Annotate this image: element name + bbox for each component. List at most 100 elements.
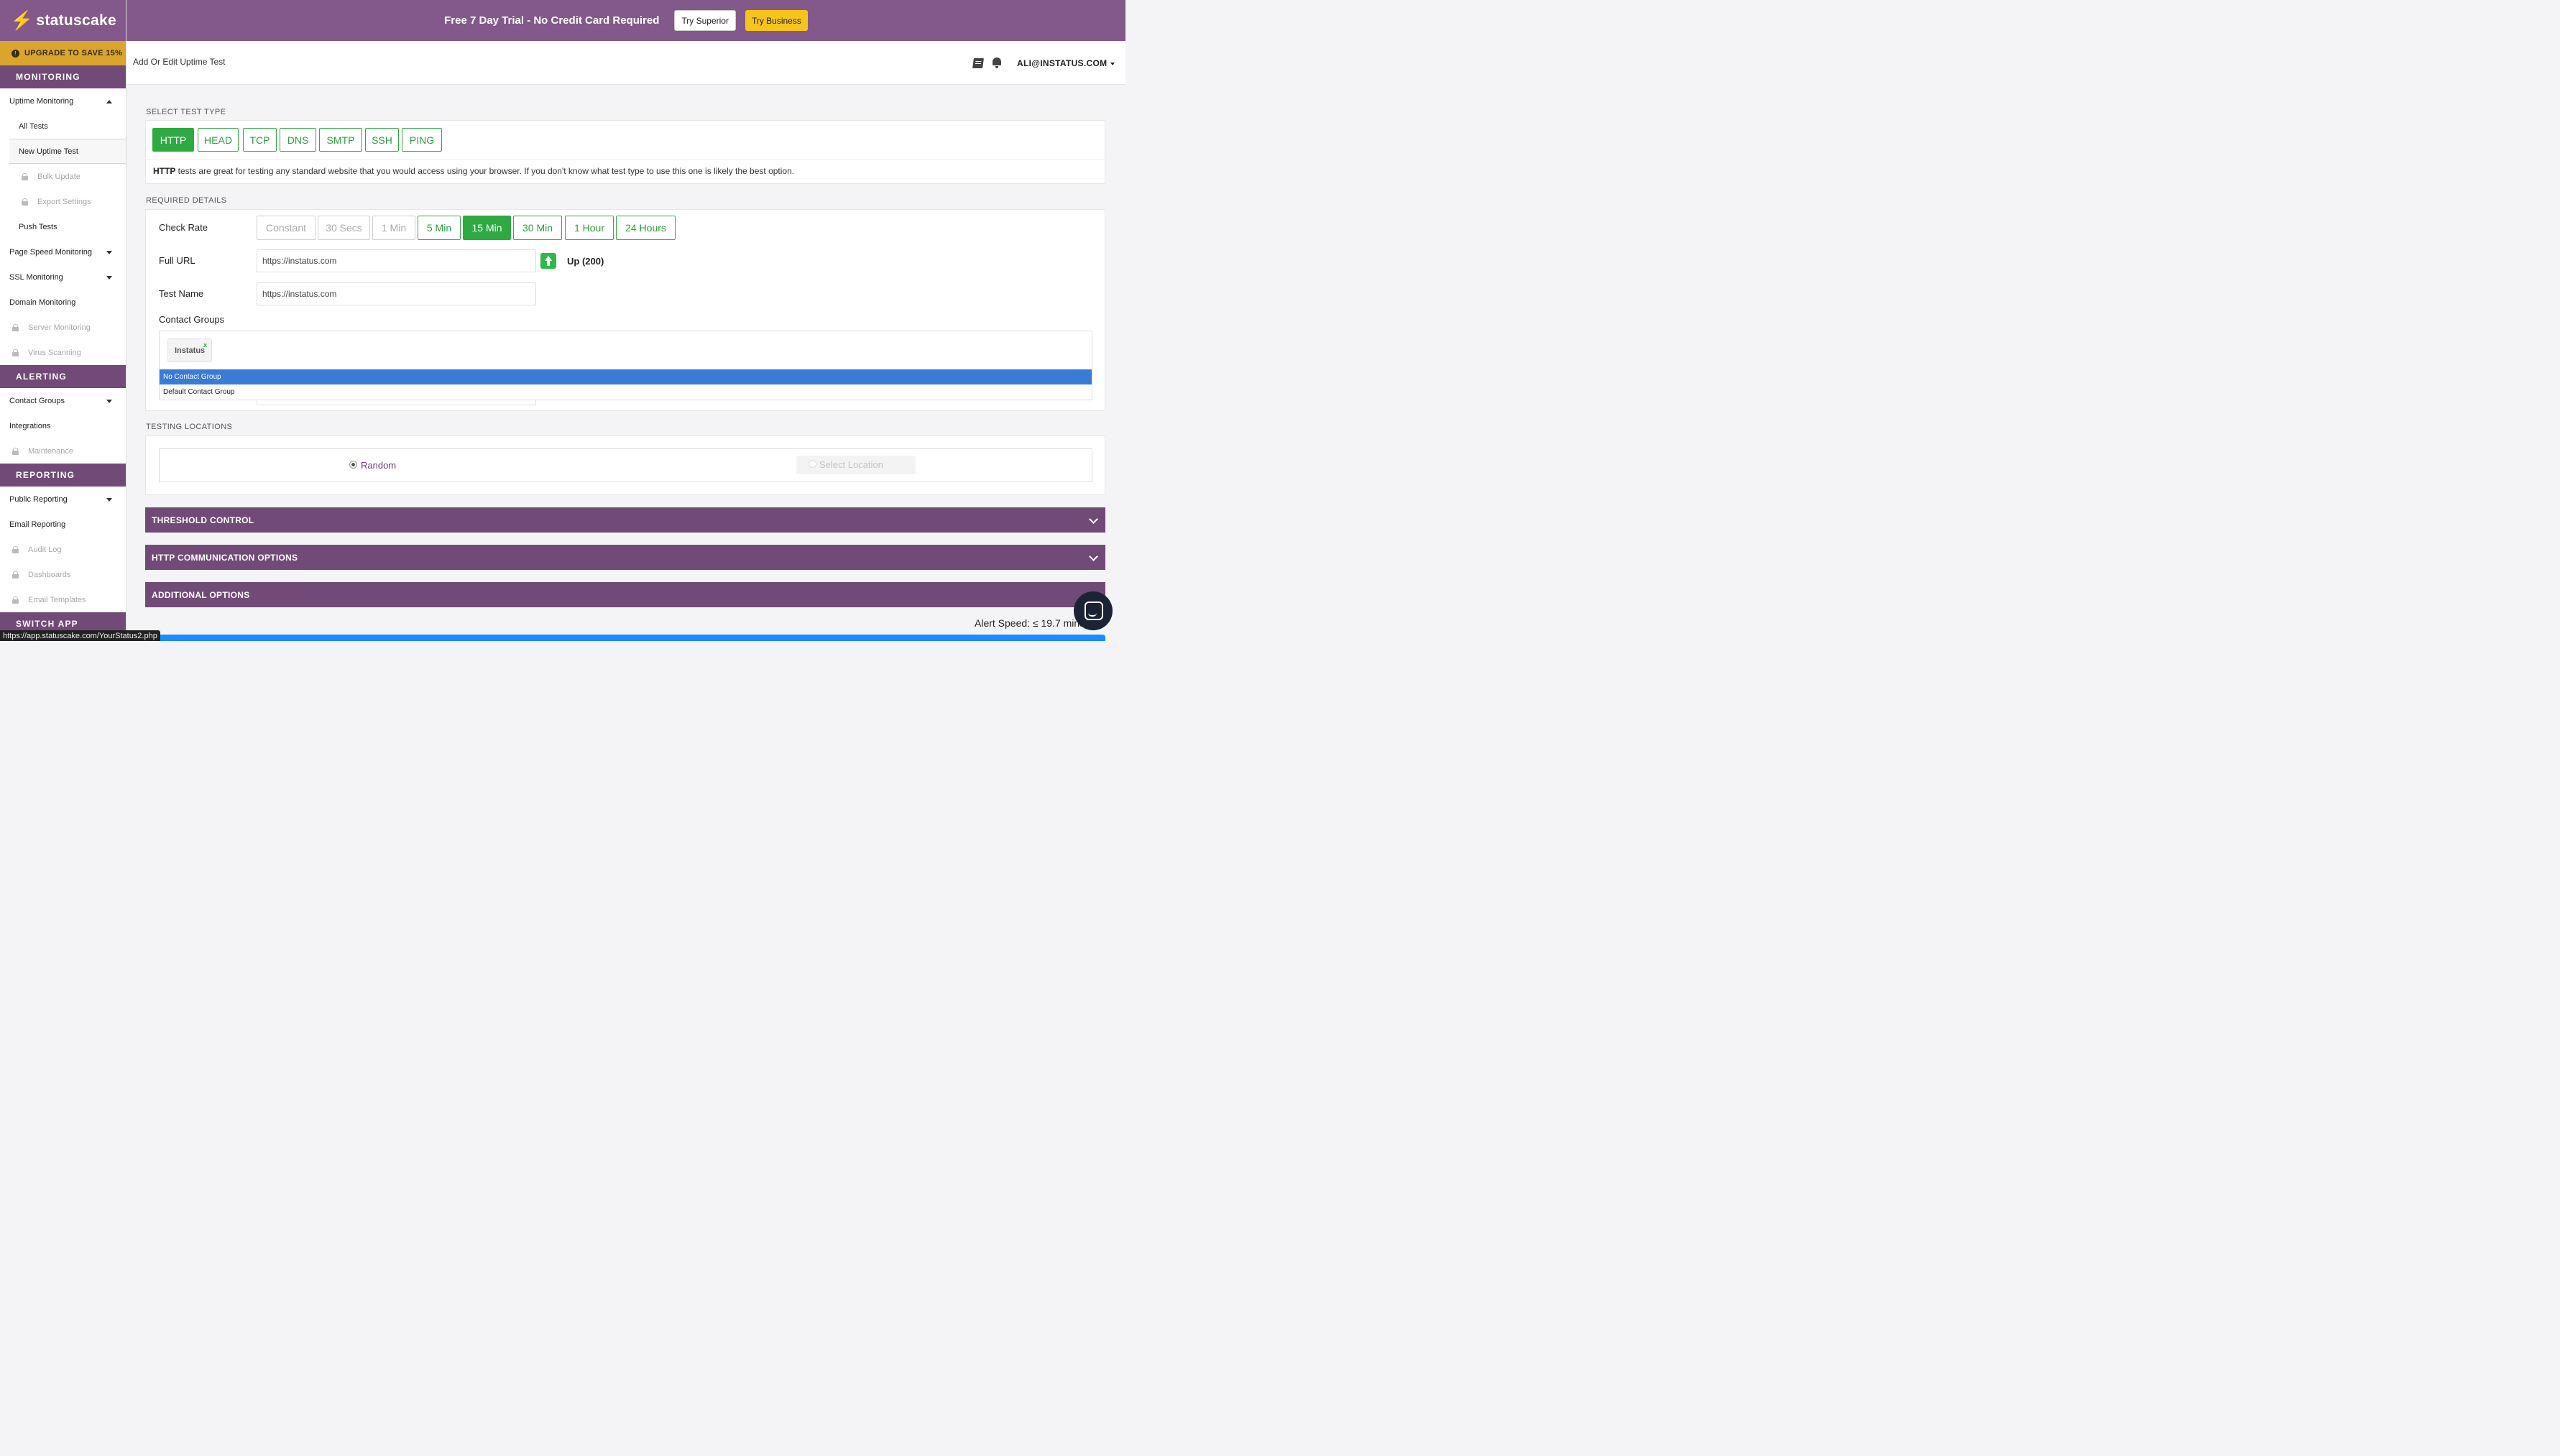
sidebar-item-maintenance[interactable]: Maintenance xyxy=(0,438,126,464)
required-details-panel: Check Rate Constant 30 Secs 1 Min 5 Min … xyxy=(145,209,1105,411)
arrow-up-icon xyxy=(540,253,556,269)
threshold-control-accordion[interactable]: THRESHOLD CONTROL xyxy=(145,507,1105,533)
exclamation-icon: ! xyxy=(11,49,19,57)
try-business-button[interactable]: Try Business xyxy=(745,10,808,31)
sidebar-item-contact-groups[interactable]: Contact Groups xyxy=(0,388,126,413)
sidebar-item-server[interactable]: Server Monitoring xyxy=(0,315,126,340)
sidebar-item-push-tests[interactable]: Push Tests xyxy=(0,214,126,239)
sidebar-item-label: All Tests xyxy=(19,121,48,131)
sidebar-item-new-uptime-test[interactable]: New Uptime Test xyxy=(9,139,126,164)
check-rate-constant[interactable]: Constant xyxy=(257,216,316,240)
section-title-required: REQUIRED DETAILS xyxy=(146,196,227,205)
section-header-monitoring: MONITORING xyxy=(0,65,126,88)
sidebar-item-domain[interactable]: Domain Monitoring xyxy=(0,290,126,315)
sidebar-item-uptime-monitoring[interactable]: Uptime Monitoring xyxy=(0,88,126,114)
sidebar-item-label: Email Templates xyxy=(28,595,86,604)
test-type-smtp[interactable]: SMTP xyxy=(319,128,362,152)
random-label[interactable]: Random xyxy=(361,460,396,471)
user-menu[interactable]: ALI@INSTATUS.COM xyxy=(1017,58,1115,68)
lock-icon xyxy=(12,571,19,579)
sidebar-item-label: Audit Log xyxy=(28,545,62,554)
test-type-ssh[interactable]: SSH xyxy=(365,128,399,152)
sidebar-item-label: Domain Monitoring xyxy=(9,298,76,307)
page-title: Add Or Edit Uptime Test xyxy=(133,57,226,67)
lock-icon xyxy=(12,596,19,604)
upgrade-label: UPGRADE TO SAVE 15% xyxy=(24,49,123,57)
sidebar-item-email-templates[interactable]: Email Templates xyxy=(0,587,126,612)
sidebar-item-label: Export Settings xyxy=(37,197,91,206)
http-options-accordion[interactable]: HTTP COMMUNICATION OPTIONS xyxy=(145,545,1105,570)
test-type-panel: HTTP HEAD TCP DNS SMTP SSH PING HTTP tes… xyxy=(145,120,1105,184)
contact-group-tag[interactable]: Instatus x xyxy=(167,338,213,362)
sidebar-item-integrations[interactable]: Integrations xyxy=(0,413,126,438)
sidebar-item-public-reporting[interactable]: Public Reporting xyxy=(0,487,126,512)
bolt-icon: ⚡ xyxy=(10,9,34,31)
sidebar-item-dashboards[interactable]: Dashboards xyxy=(0,562,126,587)
caret-down-icon xyxy=(106,275,112,280)
sidebar-item-ssl[interactable]: SSL Monitoring xyxy=(0,264,126,290)
select-location-option[interactable]: Select Location xyxy=(796,456,916,474)
check-rate-5-min[interactable]: 5 Min xyxy=(418,216,461,240)
caret-down-icon xyxy=(106,399,112,403)
check-rate-30-secs[interactable]: 30 Secs xyxy=(318,216,370,240)
contact-groups-label: Contact Groups xyxy=(159,314,225,325)
test-name-input[interactable]: https://instatus.com xyxy=(257,282,536,305)
section-header-alerting: ALERTING xyxy=(0,365,126,388)
test-type-ping[interactable]: PING xyxy=(402,128,442,152)
sidebar-item-label: Server Monitoring xyxy=(28,323,91,332)
remove-tag-icon[interactable]: x xyxy=(203,341,207,349)
sidebar-item-label: Virus Scanning xyxy=(28,348,81,357)
sidebar-item-label: Bulk Update xyxy=(37,172,80,181)
dropdown-option[interactable]: Default Contact Group xyxy=(160,384,1092,400)
sidebar-item-export-settings[interactable]: Export Settings xyxy=(0,189,126,214)
dropdown-option[interactable]: No Contact Group xyxy=(160,369,1092,384)
caret-down-icon xyxy=(106,250,112,254)
logo[interactable]: ⚡ statuscake xyxy=(0,0,126,41)
chat-launcher-icon[interactable] xyxy=(1074,591,1113,630)
test-type-http[interactable]: HTTP xyxy=(152,128,194,152)
sidebar-item-page-speed[interactable]: Page Speed Monitoring xyxy=(0,239,126,264)
contact-groups-select[interactable]: Instatus x No Contact Group Default Cont… xyxy=(159,331,1092,400)
test-type-tcp[interactable]: TCP xyxy=(243,128,277,152)
select-location-radio[interactable] xyxy=(809,460,816,468)
try-superior-button[interactable]: Try Superior xyxy=(674,10,736,31)
sidebar-item-label: Integrations xyxy=(9,421,51,430)
lock-icon xyxy=(12,545,19,553)
trial-promo-text: Free 7 Day Trial - No Credit Card Requir… xyxy=(444,14,660,27)
sidebar-item-bulk-update[interactable]: Bulk Update xyxy=(0,164,126,189)
check-rate-15-min[interactable]: 15 Min xyxy=(463,216,511,240)
section-title-locations: TESTING LOCATIONS xyxy=(146,423,233,431)
sidebar-item-label: SSL Monitoring xyxy=(9,272,63,282)
browser-status-url: https://app.statuscake.com/YourStatus2.p… xyxy=(0,630,160,641)
test-type-head[interactable]: HEAD xyxy=(198,128,239,152)
partially-hidden-input xyxy=(257,400,536,405)
test-type-dns[interactable]: DNS xyxy=(280,128,316,152)
upgrade-button[interactable]: ! UPGRADE TO SAVE 15% xyxy=(0,41,126,65)
sidebar-item-label: Page Speed Monitoring xyxy=(9,247,92,257)
full-url-input[interactable]: https://instatus.com xyxy=(257,249,536,272)
sidebar-item-audit-log[interactable]: Audit Log xyxy=(0,537,126,562)
trial-banner: Free 7 Day Trial - No Credit Card Requir… xyxy=(126,0,1125,41)
section-header-reporting: REPORTING xyxy=(0,464,126,487)
save-bar[interactable] xyxy=(145,635,1105,641)
check-rate-24-hours[interactable]: 24 Hours xyxy=(616,216,676,240)
random-radio[interactable] xyxy=(349,461,357,469)
check-rate-1-min[interactable]: 1 Min xyxy=(372,216,415,240)
check-rate-1-hour[interactable]: 1 Hour xyxy=(565,216,614,240)
test-type-description-text: tests are great for testing any standard… xyxy=(175,166,795,176)
check-rate-30-min[interactable]: 30 Min xyxy=(513,216,562,240)
test-type-description: HTTP tests are great for testing any sta… xyxy=(153,166,794,176)
sidebar-item-label: Dashboards xyxy=(28,570,71,579)
sidebar-item-label: Uptime Monitoring xyxy=(9,96,74,106)
caret-up-icon xyxy=(106,99,112,103)
test-name-label: Test Name xyxy=(159,288,204,299)
additional-options-accordion[interactable]: ADDITIONAL OPTIONS xyxy=(145,582,1105,607)
sidebar-item-virus[interactable]: Virus Scanning xyxy=(0,340,126,365)
sidebar-item-all-tests[interactable]: All Tests xyxy=(0,114,126,139)
testing-locations-panel: Random Select Location xyxy=(145,436,1105,495)
sidebar-item-email-reporting[interactable]: Email Reporting xyxy=(0,512,126,537)
sidebar-item-label: Maintenance xyxy=(28,446,73,456)
chevron-down-icon xyxy=(1089,515,1098,524)
bell-icon[interactable] xyxy=(992,57,1002,68)
docs-book-icon[interactable] xyxy=(972,58,984,68)
